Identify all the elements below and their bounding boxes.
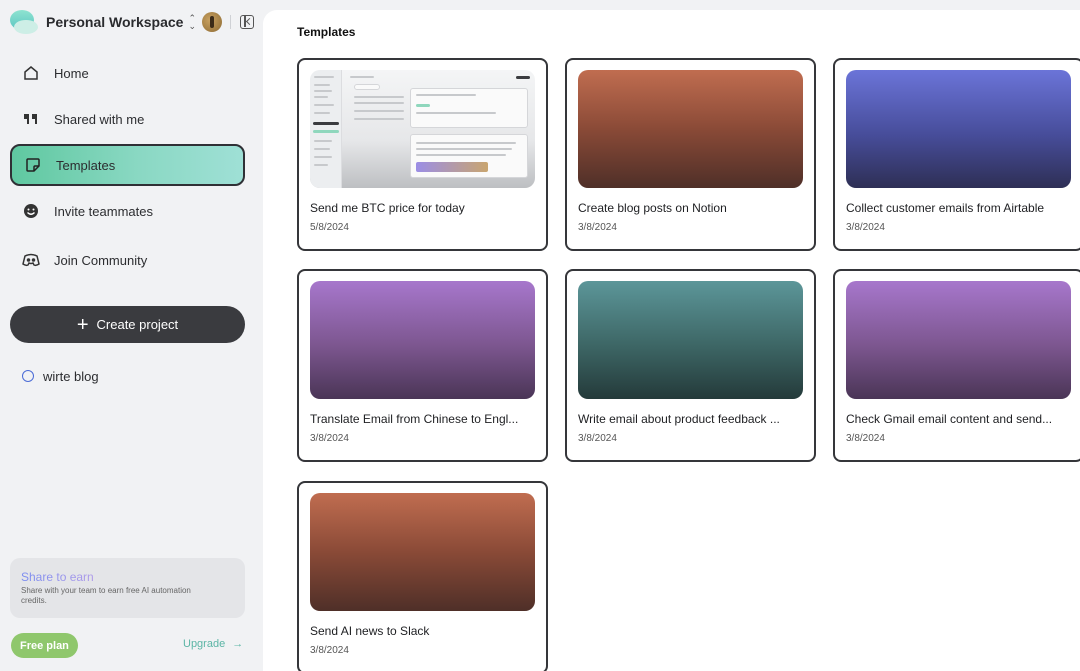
workspace-name[interactable]: Personal Workspace: [46, 14, 183, 30]
workspace-logo: [10, 10, 38, 34]
template-thumbnail: [578, 281, 803, 399]
template-date: 3/8/2024: [846, 433, 885, 444]
page-title: Templates: [297, 25, 355, 39]
quote-icon: [22, 110, 40, 128]
divider: [230, 15, 231, 29]
template-date: 5/8/2024: [310, 222, 349, 233]
project-label: wirte blog: [43, 369, 99, 384]
create-project-label: Create project: [97, 317, 179, 332]
sidebar-item-label: Home: [54, 66, 89, 81]
sidebar-item-community[interactable]: Join Community: [10, 239, 245, 281]
plan-badge: Free plan: [11, 633, 78, 658]
template-thumbnail: [846, 281, 1071, 399]
template-card[interactable]: Send AI news to Slack 3/8/2024: [297, 481, 548, 671]
avatar[interactable]: [202, 12, 222, 32]
upgrade-link[interactable]: Upgrade →: [183, 638, 243, 650]
project-item[interactable]: wirte blog: [22, 366, 99, 386]
template-title: Write email about product feedback ...: [578, 412, 806, 426]
template-date: 3/8/2024: [310, 433, 349, 444]
template-thumbnail: [846, 70, 1071, 188]
template-title: Create blog posts on Notion: [578, 201, 806, 215]
sidebar-item-home[interactable]: Home: [10, 52, 245, 94]
template-card[interactable]: Collect customer emails from Airtable 3/…: [833, 58, 1080, 251]
create-project-button[interactable]: + Create project: [10, 306, 245, 343]
discord-icon: [22, 251, 40, 269]
sidebar-item-label: Invite teammates: [54, 204, 153, 219]
sidebar: Personal Workspace ⌃⌄ Home Shared with m…: [0, 0, 262, 671]
plus-icon: +: [77, 317, 89, 333]
template-card[interactable]: Send me BTC price for today 5/8/2024: [297, 58, 548, 251]
template-date: 3/8/2024: [578, 433, 617, 444]
circle-icon: [22, 370, 34, 382]
main-panel: Templates: [263, 10, 1080, 671]
sidebar-item-shared[interactable]: Shared with me: [10, 98, 245, 140]
template-card[interactable]: Write email about product feedback ... 3…: [565, 269, 816, 462]
sidebar-item-invite[interactable]: Invite teammates: [10, 190, 245, 232]
template-date: 3/8/2024: [846, 222, 885, 233]
share-title: Share to earn: [21, 570, 234, 584]
template-card[interactable]: Check Gmail email content and send... 3/…: [833, 269, 1080, 462]
template-card[interactable]: Translate Email from Chinese to Engl... …: [297, 269, 548, 462]
template-date: 3/8/2024: [310, 645, 349, 656]
sidebar-item-label: Templates: [56, 158, 115, 173]
template-title: Check Gmail email content and send...: [846, 412, 1074, 426]
collapse-sidebar-icon[interactable]: [240, 15, 254, 29]
template-title: Translate Email from Chinese to Engl...: [310, 412, 538, 426]
home-icon: [22, 64, 40, 82]
sidebar-item-label: Join Community: [54, 253, 147, 268]
share-description: Share with your team to earn free AI aut…: [21, 586, 191, 606]
sticky-note-icon: [24, 156, 42, 174]
workspace-header: Personal Workspace ⌃⌄: [10, 9, 254, 35]
template-date: 3/8/2024: [578, 222, 617, 233]
template-thumbnail: [310, 70, 535, 188]
template-title: Send AI news to Slack: [310, 624, 538, 638]
sidebar-item-templates[interactable]: Templates: [10, 144, 245, 186]
upgrade-label: Upgrade: [183, 638, 225, 650]
share-to-earn-card[interactable]: Share to earn Share with your team to ea…: [10, 558, 245, 618]
template-thumbnail: [578, 70, 803, 188]
workspace-switch-icon[interactable]: ⌃⌄: [188, 14, 196, 30]
template-thumbnail: [310, 281, 535, 399]
smiley-icon: [22, 202, 40, 220]
sidebar-item-label: Shared with me: [54, 112, 144, 127]
template-title: Send me BTC price for today: [310, 201, 538, 215]
arrow-right-icon: →: [232, 638, 243, 650]
template-title: Collect customer emails from Airtable: [846, 201, 1074, 215]
template-thumbnail: [310, 493, 535, 611]
template-card[interactable]: Create blog posts on Notion 3/8/2024: [565, 58, 816, 251]
